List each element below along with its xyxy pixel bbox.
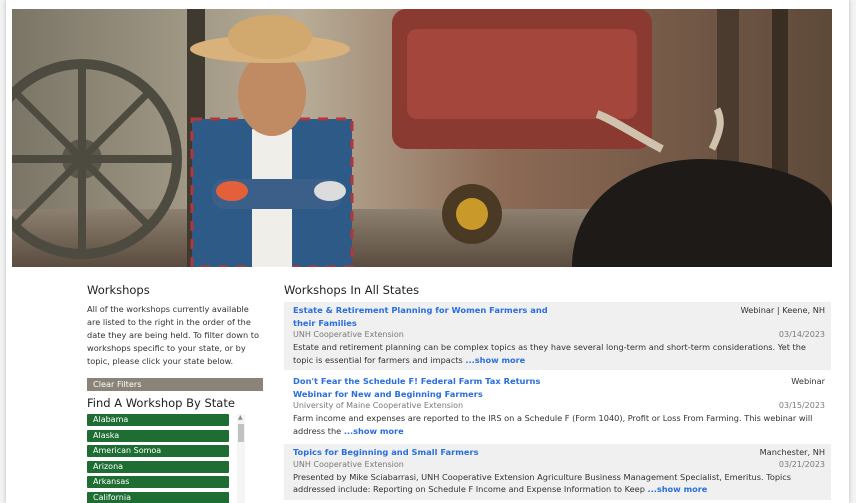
hero-banner [12,9,832,267]
workshop-organization: UNH Cooperative Extension [293,330,404,339]
state-button-arizona[interactable]: Arizona [87,460,229,473]
workshop-item: Topics for Beginning and Small Farmers M… [284,444,831,500]
workshop-organization: UNH Cooperative Extension [293,459,404,469]
state-list: Alabama Alaska American Somoa Arizona Ar… [87,414,247,503]
workshops-title: Workshops In All States [284,283,420,297]
workshop-location: Webinar | Keene, NH [740,305,825,315]
state-button-american-somoa[interactable]: American Somoa [87,445,229,458]
show-more-link[interactable]: ...show more [648,484,708,494]
hero-photo-farmer-with-cow [12,9,832,267]
state-button-arkansas[interactable]: Arkansas [87,476,229,489]
state-button-alabama[interactable]: Alabama [87,414,229,426]
workshop-description: Farm income and expenses are reported to… [293,413,813,436]
workshop-item: Don't Fear the Schedule F! Federal Farm … [284,373,831,441]
scrollbar-thumb[interactable] [238,424,244,442]
workshop-date: 03/21/2023 [778,459,825,469]
workshop-location: Manchester, NH [759,447,825,457]
workshop-title-link[interactable]: Topics for Beginning and Small Farmers [293,446,558,459]
workshop-organization: University of Maine Cooperative Extensio… [293,401,464,410]
workshop-title-link[interactable]: Estate & Retirement Planning for Women F… [293,304,558,329]
show-more-link[interactable]: ...show more [344,426,404,436]
sidebar-description: All of the workshops currently available… [87,304,259,366]
scroll-up-arrow-icon[interactable]: ▲ [238,414,243,421]
state-button-alaska[interactable]: Alaska [87,429,229,442]
state-button-california[interactable]: California [87,491,229,503]
page: Workshops All of the workshops currently… [6,0,849,503]
state-list-scrollbar[interactable]: ▲ [237,414,245,503]
find-by-state-title: Find A Workshop By State [87,396,235,410]
workshop-title-link[interactable]: Don't Fear the Schedule F! Federal Farm … [293,375,558,400]
clear-filters-button[interactable]: Clear Filters [87,378,263,391]
workshop-description: Presented by Mike Sciabarrasi, UNH Coope… [293,471,792,495]
show-more-link[interactable]: ...show more [465,355,525,365]
workshop-date: 03/15/2023 [778,401,825,410]
sidebar: Workshops All of the workshops currently… [81,283,266,503]
workshops-main: Workshops In All States Estate & Retirem… [284,283,831,500]
sidebar-title: Workshops [87,283,150,297]
workshop-description: Estate and retirement planning can be co… [293,342,806,365]
workshop-date: 03/14/2023 [778,330,825,339]
workshop-item: Estate & Retirement Planning for Women F… [284,302,831,370]
workshop-location: Webinar [791,376,825,386]
